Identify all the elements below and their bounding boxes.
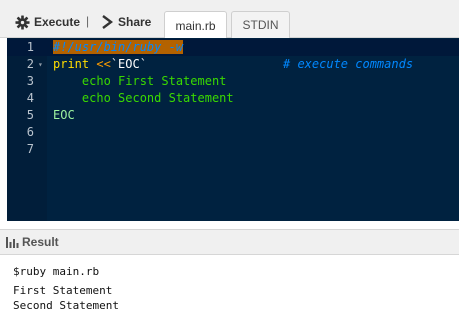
heredoc-tag: `EOC`	[110, 57, 147, 71]
code-line: 7	[7, 141, 459, 158]
heredoc-operator: <<	[89, 57, 111, 71]
output-line: First Statement	[13, 284, 113, 297]
line-number: 1	[26, 40, 34, 54]
code-line: 3 echo First Statement	[7, 73, 459, 90]
code-text: echo Second Statement	[53, 91, 234, 105]
execute-label: Execute	[34, 15, 81, 29]
code-text: print <<`EOC`	[53, 56, 147, 73]
line-number: 3	[26, 74, 34, 88]
share-label: Share	[118, 15, 152, 29]
fold-arrow-icon[interactable]: ▾	[38, 56, 43, 73]
keyword-print: print	[53, 57, 90, 71]
tab-label: STDIN	[242, 18, 279, 32]
result-header: Result	[0, 229, 459, 255]
code-editor[interactable]: 1 #!/usr/bin/ruby -w 2 ▾ print <<`EOC` #…	[7, 38, 459, 221]
bar-chart-icon	[6, 236, 19, 248]
tab-main-rb[interactable]: main.rb	[164, 11, 227, 39]
code-line: 4 echo Second Statement	[7, 90, 459, 107]
code-text: EOC	[53, 108, 75, 122]
share-button[interactable]: Share	[101, 14, 151, 30]
code-line: 2 ▾ print <<`EOC` # execute commands	[7, 56, 459, 73]
output-line: Second Statement	[13, 299, 119, 312]
line-number: 5	[26, 108, 34, 122]
inline-comment: # execute commands	[283, 57, 414, 71]
tab-label: main.rb	[175, 18, 216, 33]
code-line: 5 EOC	[7, 107, 459, 124]
result-label: Result	[22, 235, 59, 249]
tab-stdin[interactable]: STDIN	[231, 11, 290, 38]
output-command: $ruby main.rb	[13, 265, 100, 278]
code-line: 1 #!/usr/bin/ruby -w	[7, 39, 459, 56]
code-line: 6	[7, 124, 459, 141]
line-number: 7	[26, 142, 34, 156]
shebang-comment: #!/usr/bin/ruby -w	[53, 40, 184, 54]
code-text: #!/usr/bin/ruby -w	[53, 39, 184, 56]
line-number: 6	[26, 125, 34, 139]
gear-icon	[15, 14, 30, 30]
toolbar: Execute | Share main.rb STDIN	[0, 0, 459, 39]
line-number: 4	[26, 91, 34, 105]
line-number: 2	[26, 57, 34, 71]
execute-button[interactable]: Execute	[15, 14, 80, 30]
toolbar-separator: |	[86, 14, 90, 28]
chevron-right-icon	[102, 15, 113, 29]
code-text: echo First Statement	[53, 74, 227, 88]
